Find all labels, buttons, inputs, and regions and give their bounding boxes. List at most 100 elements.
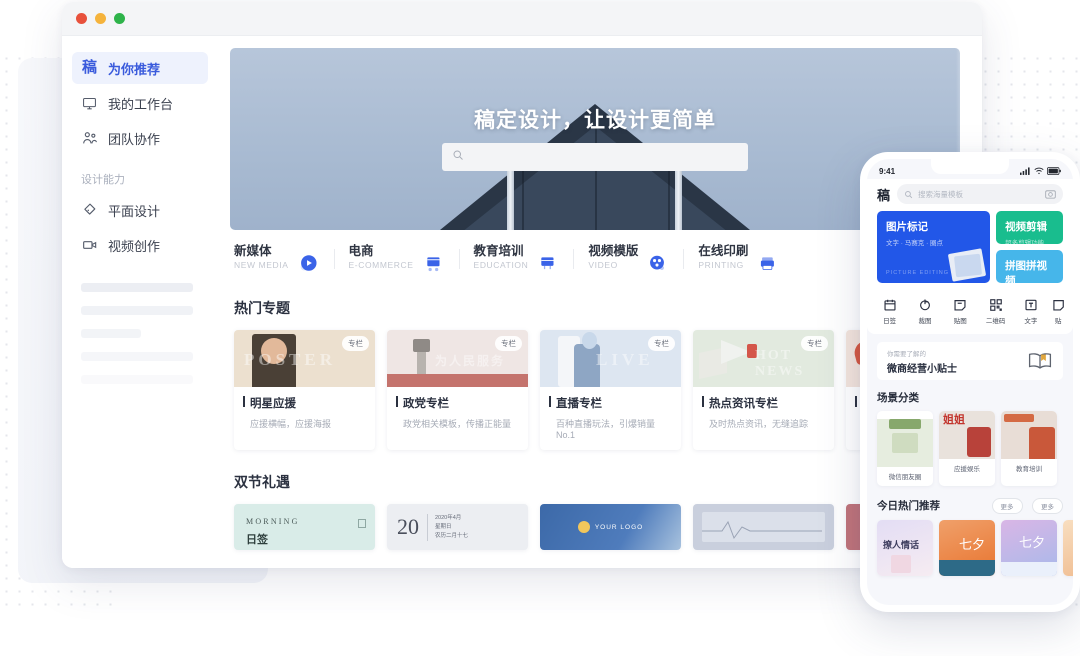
tip-big-text: 微商经营小贴士 [887,363,957,375]
scene-card[interactable]: 教育培训 [1001,411,1057,486]
banner-subtitle: 超多剪辑功能 [1005,240,1045,244]
sidebar-item-label: 团队协作 [108,131,161,147]
tool-qrcode[interactable]: 二维码 [978,298,1013,325]
topic-ghost-text: HOT NEWS [755,348,805,379]
banner-picture-editing[interactable]: 图片标记 文字 · 马赛克 · 圈点 PICTURE EDITING [877,211,991,283]
close-button[interactable] [76,13,87,24]
tool-sticker[interactable]: 贴图 [943,298,978,325]
tool-label: 日签 [883,318,897,325]
more-button-secondary[interactable]: 更多 [1032,498,1063,514]
sidebar-placeholder-bar [81,375,193,384]
more-button[interactable]: 更多 [991,498,1023,514]
category-label-en: E-COMMERCE [348,260,414,270]
minimize-button[interactable] [95,13,106,24]
gift-card[interactable]: MORNING 日签 [234,504,375,550]
gift-card-number: 20 [397,514,419,539]
monitor-icon [81,95,98,112]
tool-calendar[interactable]: 日签 [872,298,907,325]
topic-name: 热点资讯专栏 [702,395,825,411]
topic-thumbnail: POSTER 专栏 [234,330,375,387]
phone-notch [931,159,1009,174]
category-education[interactable]: 教育培训 EDUCATION [474,244,575,276]
tool-text[interactable]: 文字 [1013,298,1048,325]
tool-label: 文字 [1024,318,1038,325]
sidebar-item-team[interactable]: 团队协作 [72,122,208,154]
category-label-cn: 在线印刷 [698,244,749,258]
phone-hot-row: 撩人情话 七夕 七夕 [867,520,1073,576]
sticker-partial-icon [1053,300,1065,311]
scene-card[interactable]: 姐姐 应援娱乐 [939,411,995,486]
scene-thumbnail [1001,411,1057,459]
tool-crop[interactable]: 裁图 [907,298,942,325]
pen-nib-icon [81,202,98,219]
topic-name: 政党专栏 [396,395,519,411]
logo-char: 稿 [81,59,97,76]
banner-collage-video[interactable]: 拼图拼视频 超多拼接模板 [996,250,1063,283]
topic-badge: 专栏 [801,336,828,351]
phone-scene-row: 微信朋友圈 姐姐 应援娱乐 教育培训 [867,411,1073,486]
topic-badge: 专栏 [342,336,369,351]
hero-title: 稿定设计，让设计更简单 [474,109,716,132]
topic-subtitle: 应援横幅，应援海报 [250,419,332,429]
sidebar-placeholder-bar [81,329,141,338]
maximize-button[interactable] [114,13,125,24]
category-label-cn: 教育培训 [473,244,524,258]
gift-card[interactable]: YOUR LOGO [540,504,681,550]
crop-circle-icon [920,299,930,311]
topic-card[interactable]: LIVE 专栏 直播专栏 百种直播玩法，引爆销量No.1 [540,330,681,450]
category-label-cn: 视频模版 [588,244,639,258]
category-video-template[interactable]: 视频模版 VIDEO [588,244,685,276]
hero-search-input[interactable] [442,143,748,171]
hero-banner: 稿定设计，让设计更简单 [230,48,960,230]
gift-card[interactable]: 20 2020年4月 星期日 农历二月十七 [387,504,528,550]
topic-card[interactable]: HOT NEWS 专栏 热点资讯专栏 及时热点资讯，无缝追踪 [693,330,834,450]
topic-card[interactable]: POSTER 专栏 明星应援 应援横幅，应援海报 [234,330,375,450]
scene-card[interactable]: 微信朋友圈 [877,411,933,486]
banner-title: 拼图拼视频 [1005,260,1048,283]
banner-title: 图片标记 [886,221,928,233]
phone-banner-row: 图片标记 文字 · 马赛克 · 圈点 PICTURE EDITING 视频剪辑 … [867,211,1073,291]
phone-scene-section-header: 场景分类 [877,390,1063,405]
banner-subtitle: 文字 · 马赛克 · 圈点 [886,240,944,247]
phone-tip-card[interactable]: 你需要了解的 微商经营小贴士 [877,342,1063,380]
topic-thumbnail: HOT NEWS 专栏 [693,330,834,387]
battery-icon [1047,167,1061,175]
gift-card-line1: MORNING [246,517,300,526]
category-ecommerce[interactable]: 电商 E-COMMERCE [349,244,460,276]
sticker-icon [954,300,966,311]
sidebar-item-workbench[interactable]: 我的工作台 [72,87,208,119]
video-camera-icon [81,237,98,254]
sidebar-item-recommend[interactable]: 稿 为你推荐 [72,52,208,84]
sidebar-item-label: 为你推荐 [108,61,161,77]
desktop-app-window: 稿 为你推荐 我的工作台 团队协作 设计能力 平面设计 视频创作 稿定设计，让设… [62,2,982,568]
topic-subtitle: 百种直播玩法，引爆销量No.1 [556,419,656,440]
category-label-en: VIDEO [588,260,618,270]
topic-ghost-text: POSTER [244,350,337,369]
hot-card[interactable]: 七夕 [1001,520,1057,576]
hot-card[interactable]: 七夕 [939,520,995,576]
gift-card[interactable] [693,504,834,550]
tool-sticker-partial[interactable]: 贴 [1049,298,1068,325]
hot-card[interactable]: 撩人情话 [877,520,933,576]
category-new-media[interactable]: 新媒体 NEW MEDIA [234,244,335,276]
logo-mark-icon [577,521,590,533]
signal-bars-icon [1020,167,1030,175]
tool-label: 二维码 [985,318,1006,325]
wifi-icon [1034,167,1044,175]
category-printing[interactable]: 在线印刷 PRINTING [698,244,794,276]
topic-subtitle: 政党相关模板，传播正能量 [403,419,512,429]
sidebar-item-label: 平面设计 [108,203,161,219]
banner-video-editing[interactable]: 视频剪辑 超多剪辑功能 [996,211,1063,244]
camera-icon[interactable] [1045,189,1056,199]
blackboard-icon [541,257,554,270]
phone-search-bar: 稿 搜索海量模板 [867,179,1073,211]
hot-card[interactable] [1063,520,1073,576]
topic-ghost-text: 为人民服务 [435,354,506,368]
topic-card[interactable]: 为人民服务 专栏 政党专栏 政党相关模板，传播正能量 [387,330,528,450]
sidebar-item-graphic-design[interactable]: 平面设计 [72,194,208,226]
sidebar-placeholder-bar [81,352,193,361]
phone-search-input[interactable]: 搜索海量模板 [897,184,1063,204]
hot-section-title: 今日热门推荐 [877,499,940,512]
shop-cart-icon [426,257,440,272]
sidebar-item-video-creation[interactable]: 视频创作 [72,229,208,261]
